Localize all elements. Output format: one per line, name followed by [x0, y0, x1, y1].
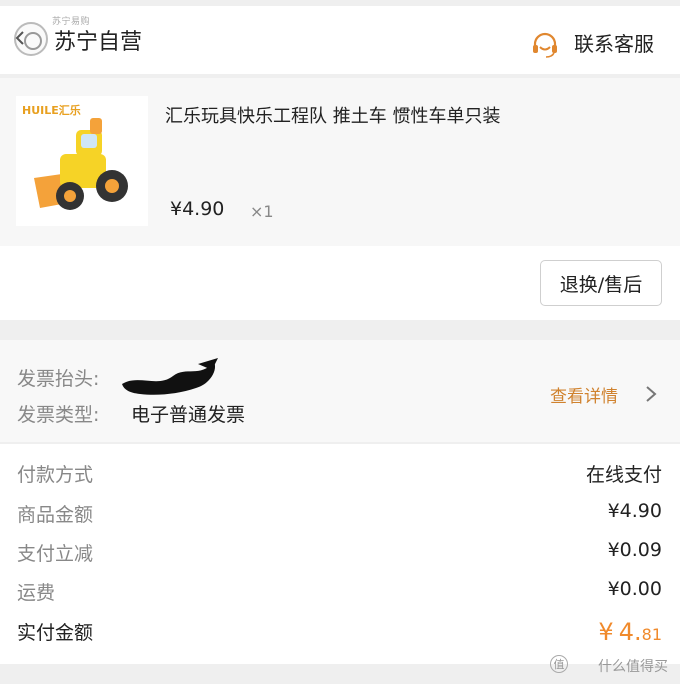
invoice-type-value: 电子普通发票	[131, 404, 246, 426]
payment-summary: 付款方式 在线支付 商品金额 ¥4.90 支付立减 ¥0.09 运费 ¥0.00…	[0, 444, 680, 664]
after-sale-bar: 退换/售后	[0, 246, 680, 320]
product-card[interactable]: HUILE汇乐 汇乐玩具快乐工程队 推土车 惯性车单只装 ¥4.90 ×1	[0, 78, 680, 246]
total-paid-label: 实付金额	[17, 622, 94, 644]
headset-icon[interactable]	[530, 30, 560, 60]
toy-bulldozer-icon	[34, 118, 128, 210]
payment-method-value: 在线支付	[585, 464, 662, 486]
customer-service-link[interactable]: 联系客服	[574, 28, 654, 57]
total-paid-value: ¥ 4.81	[598, 618, 662, 646]
shipping-label: 运费	[17, 582, 56, 604]
discount-label: 支付立减	[17, 543, 94, 565]
payment-method-label: 付款方式	[17, 464, 94, 486]
invoice-section[interactable]: 发票抬头: 发票类型: 电子普通发票 查看详情	[0, 340, 680, 442]
invoice-detail-link[interactable]: 查看详情	[550, 382, 618, 407]
product-quantity: ×1	[250, 202, 274, 221]
product-image[interactable]: HUILE汇乐	[16, 96, 148, 226]
goods-amount-value: ¥4.90	[607, 500, 662, 522]
invoice-title-label: 发票抬头:	[17, 368, 100, 390]
total-currency: ¥	[598, 618, 614, 646]
product-title[interactable]: 汇乐玩具快乐工程队 推土车 惯性车单只装	[165, 102, 500, 128]
discount-value: ¥0.09	[607, 539, 662, 561]
chevron-right-icon[interactable]	[644, 385, 658, 403]
total-integer: 4.	[618, 618, 642, 646]
footer-watermark: 什么值得买	[598, 659, 668, 675]
watermark-badge-icon: 值	[550, 655, 568, 673]
chevron-left-icon[interactable]	[12, 30, 28, 46]
store-header: 苏宁易购 苏宁自营 联系客服	[0, 6, 680, 74]
after-sale-button[interactable]: 退换/售后	[540, 260, 662, 306]
invoice-type-label: 发票类型:	[17, 404, 100, 426]
shipping-value: ¥0.00	[607, 578, 662, 600]
product-price: ¥4.90	[170, 198, 225, 220]
store-name[interactable]: 苏宁自营	[54, 24, 142, 56]
redaction-scribble	[122, 358, 218, 395]
goods-amount-label: 商品金额	[17, 504, 94, 526]
total-decimal: 81	[641, 625, 662, 644]
